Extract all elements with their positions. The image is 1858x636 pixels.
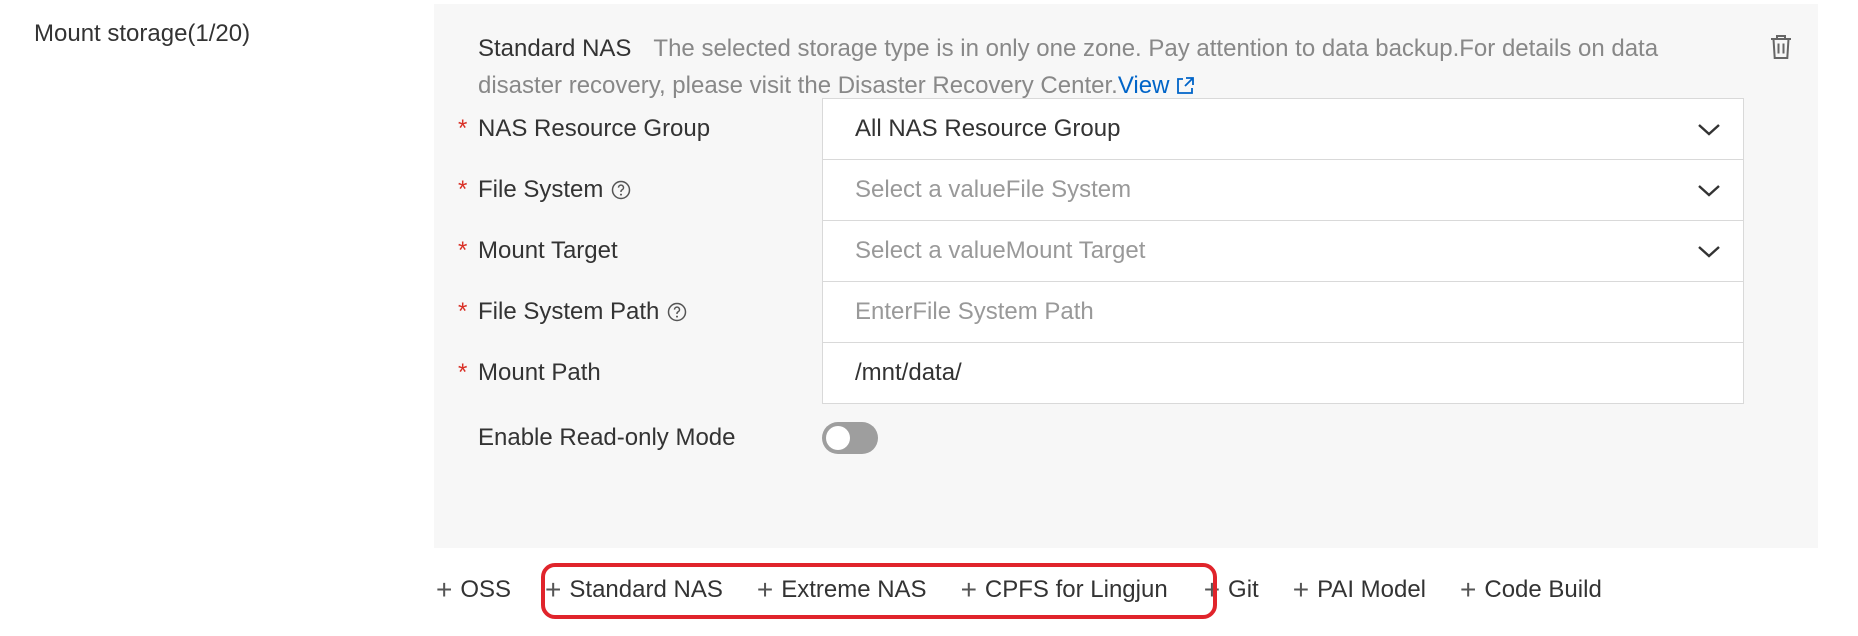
standard-nas-panel: Standard NAS The selected storage type is… — [434, 4, 1818, 548]
mount-storage-label: Mount storage(1/20) — [34, 20, 251, 47]
add-pai-model-button[interactable]: + PAI Model — [1293, 576, 1426, 604]
mount-path-label: * Mount Path — [458, 342, 601, 404]
row-file-system-path: * File System Path EnterFile System Path — [458, 281, 1788, 343]
external-link-icon — [1177, 77, 1195, 94]
help-icon[interactable] — [667, 302, 687, 322]
panel-notice: The selected storage type is in only one… — [478, 35, 1659, 99]
chevron-down-icon — [1698, 185, 1720, 197]
read-only-label-text: Enable Read-only Mode — [478, 424, 736, 451]
file-system-select[interactable]: Select a valueFile System — [822, 159, 1744, 221]
resource-group-label-text: NAS Resource Group — [478, 115, 711, 142]
plus-icon: + — [1292, 574, 1310, 605]
resource-group-select[interactable]: All NAS Resource Group — [822, 98, 1744, 160]
row-file-system: * File System Select a valueFile System — [458, 159, 1788, 221]
chevron-down-icon — [1698, 124, 1720, 136]
file-system-path-label-text: File System Path — [478, 298, 660, 325]
add-code-build-button[interactable]: + Code Build — [1460, 576, 1602, 604]
view-link[interactable]: View — [1118, 72, 1196, 99]
highlight-box — [541, 563, 1217, 619]
file-system-path-placeholder: EnterFile System Path — [855, 298, 1094, 325]
file-system-placeholder: Select a valueFile System — [855, 176, 1132, 203]
add-git-label: Git — [1228, 576, 1259, 603]
trash-icon[interactable] — [1770, 34, 1792, 60]
file-system-path-input[interactable]: EnterFile System Path — [822, 281, 1744, 343]
read-only-label: Enable Read-only Mode — [458, 406, 736, 470]
chevron-down-icon — [1698, 246, 1720, 258]
resource-group-label: * NAS Resource Group — [458, 98, 710, 160]
add-oss-button[interactable]: + OSS — [436, 576, 511, 604]
mount-target-placeholder: Select a valueMount Target — [855, 237, 1146, 264]
panel-header: Standard NAS The selected storage type is… — [478, 30, 1678, 104]
mount-target-label: * Mount Target — [458, 220, 618, 282]
required-mark: * — [458, 359, 468, 386]
view-link-label: View — [1117, 72, 1170, 99]
row-resource-group: * NAS Resource Group All NAS Resource Gr… — [458, 98, 1788, 160]
add-oss-label: OSS — [460, 576, 512, 603]
row-mount-path: * Mount Path /mnt/data/ — [458, 342, 1788, 404]
file-system-label-text: File System — [478, 176, 604, 203]
panel-title: Standard NAS — [478, 35, 632, 62]
required-mark: * — [458, 298, 468, 325]
required-mark: * — [458, 237, 468, 264]
file-system-path-label: * File System Path — [458, 281, 687, 343]
resource-group-value: All NAS Resource Group — [855, 115, 1121, 142]
read-only-toggle[interactable] — [822, 422, 878, 454]
required-mark: * — [458, 115, 468, 142]
row-read-only: Enable Read-only Mode — [458, 406, 1788, 470]
mount-target-label-text: Mount Target — [478, 237, 618, 264]
mount-path-label-text: Mount Path — [478, 359, 601, 386]
mount-target-select[interactable]: Select a valueMount Target — [822, 220, 1744, 282]
plus-icon: + — [1460, 574, 1477, 605]
file-system-label: * File System — [458, 159, 631, 221]
plus-icon: + — [436, 574, 453, 605]
add-code-build-label: Code Build — [1484, 576, 1602, 603]
required-mark: * — [458, 176, 468, 203]
row-mount-target: * Mount Target Select a valueMount Targe… — [458, 220, 1788, 282]
mount-path-input[interactable]: /mnt/data/ — [822, 342, 1744, 404]
help-icon[interactable] — [611, 180, 631, 200]
mount-path-value: /mnt/data/ — [855, 359, 962, 386]
toggle-knob — [826, 426, 850, 450]
add-pai-model-label: PAI Model — [1317, 576, 1427, 603]
